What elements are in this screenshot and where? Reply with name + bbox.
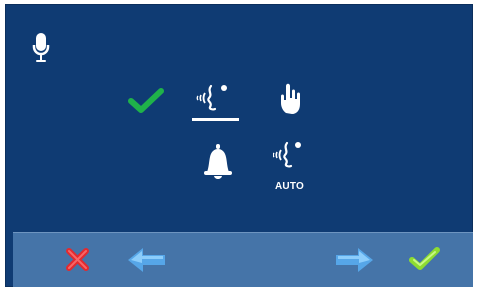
microphone-icon <box>32 33 50 62</box>
bottom-toolbar <box>13 232 473 287</box>
selected-mode-underline <box>192 118 239 121</box>
confirm-check-icon[interactable] <box>409 246 440 273</box>
arrow-right-icon[interactable] <box>334 245 375 275</box>
auto-label: AUTO <box>275 181 304 192</box>
talk-icon[interactable] <box>195 83 230 113</box>
check-icon[interactable] <box>127 86 165 116</box>
close-icon[interactable] <box>65 247 90 272</box>
auto-talk-icon[interactable] <box>273 140 303 170</box>
bell-icon[interactable] <box>199 142 237 182</box>
hand-icon[interactable] <box>277 80 303 116</box>
arrow-left-icon[interactable] <box>126 245 167 275</box>
intercom-settings-screen: AUTO <box>5 4 473 287</box>
